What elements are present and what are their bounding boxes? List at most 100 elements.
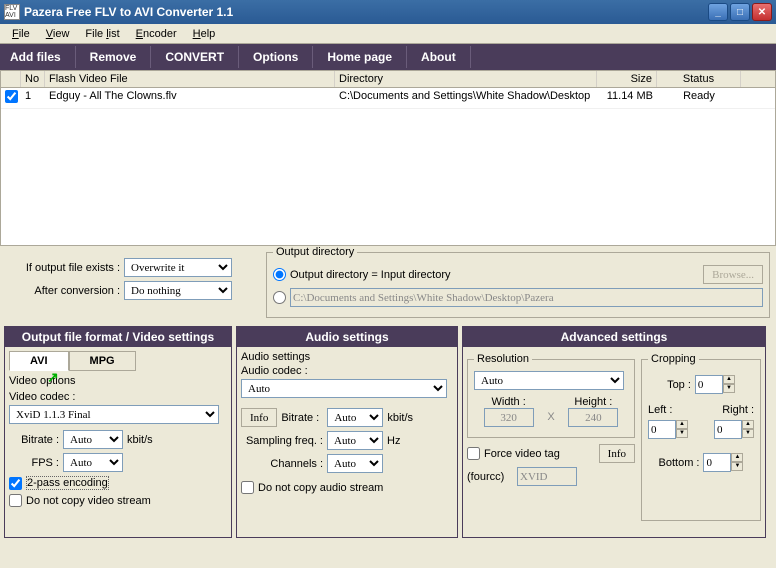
outdir-path-input[interactable] (290, 288, 763, 307)
video-bitrate-unit: kbit/s (127, 434, 153, 446)
audio-ch-select[interactable]: Auto (327, 454, 383, 473)
forcetag-label: Force video tag (484, 448, 560, 460)
arrow-icon: ↗ (47, 369, 59, 386)
crop-left-input[interactable] (648, 420, 676, 439)
crop-left-label: Left : (648, 404, 672, 416)
crop-right-input[interactable] (714, 420, 742, 439)
tab-mpg[interactable]: MPG (69, 351, 136, 371)
col-file[interactable]: Flash Video File (45, 71, 335, 87)
resolution-select[interactable]: Auto (474, 371, 624, 390)
homepage-button[interactable]: Home page (313, 46, 407, 68)
output-dir-title: Output directory (273, 246, 357, 258)
menu-help[interactable]: Help (185, 26, 224, 42)
audio-bitrate-unit: kbit/s (387, 412, 413, 424)
cropping-label: Cropping (648, 353, 699, 365)
audio-panel: Audio settings Audio settings Audio code… (236, 326, 458, 538)
nocopy-audio-checkbox[interactable] (241, 481, 254, 494)
crop-bottom-input[interactable] (703, 453, 731, 472)
about-button[interactable]: About (407, 46, 471, 68)
advanced-panel: Advanced settings Resolution Auto Width … (462, 326, 766, 538)
audio-samp-select[interactable]: Auto (327, 431, 383, 450)
outdir-custom-radio[interactable] (273, 291, 286, 304)
audio-codec-label: Audio codec : (241, 365, 453, 377)
convert-button[interactable]: CONVERT (151, 46, 239, 68)
audio-info-button[interactable]: Info (241, 408, 277, 427)
video-options-label: Video options (9, 375, 227, 387)
minimize-button[interactable]: _ (708, 3, 728, 21)
after-conv-label: After conversion : (8, 285, 124, 297)
toolbar: Add files Remove CONVERT Options Home pa… (0, 44, 776, 70)
outdir-same-radio[interactable] (273, 268, 286, 281)
spin-down-icon[interactable]: ▼ (742, 429, 754, 438)
video-panel-title: Output file format / Video settings (5, 327, 231, 347)
col-dir[interactable]: Directory (335, 71, 597, 87)
remove-button[interactable]: Remove (76, 46, 152, 68)
file-list: No Flash Video File Directory Size Statu… (0, 70, 776, 246)
spin-down-icon[interactable]: ▼ (731, 462, 743, 471)
width-input[interactable] (484, 408, 534, 427)
height-input[interactable] (568, 408, 618, 427)
file-list-header: No Flash Video File Directory Size Statu… (1, 71, 775, 88)
audio-panel-title: Audio settings (237, 327, 457, 347)
after-conv-select[interactable]: Do nothing (124, 281, 232, 300)
if-exists-select[interactable]: Overwrite it (124, 258, 232, 277)
title-bar: FLV AVI Pazera Free FLV to AVI Converter… (0, 0, 776, 24)
audio-bitrate-select[interactable]: Auto (327, 408, 383, 427)
advanced-panel-title: Advanced settings (463, 327, 765, 347)
audio-samp-unit: Hz (387, 435, 400, 447)
forcetag-checkbox[interactable] (467, 447, 480, 460)
row-dir: C:\Documents and Settings\White Shadow\D… (335, 88, 597, 108)
video-codec-select[interactable]: XviD 1.1.3 Final (9, 405, 219, 424)
audio-codec-select[interactable]: Auto (241, 379, 447, 398)
browse-button[interactable]: Browse... (703, 265, 763, 284)
fourcc-label: (fourcc) (467, 471, 517, 483)
crop-right-label: Right : (722, 404, 754, 416)
adv-info-button[interactable]: Info (599, 444, 635, 463)
video-bitrate-label: Bitrate : (9, 434, 63, 446)
col-size[interactable]: Size (597, 71, 657, 87)
crop-top-input[interactable] (695, 375, 723, 394)
row-status: Ready (657, 88, 741, 108)
col-status[interactable]: Status (657, 71, 741, 87)
table-row[interactable]: 1 Edguy - All The Clowns.flv C:\Document… (1, 88, 775, 109)
outdir-same-label: Output directory = Input directory (290, 269, 451, 281)
width-label: Width : (474, 396, 543, 408)
nocopy-video-label: Do not copy video stream (26, 495, 151, 507)
height-label: Height : (559, 396, 628, 408)
window-title: Pazera Free FLV to AVI Converter 1.1 (24, 5, 708, 19)
add-files-button[interactable]: Add files (2, 46, 76, 68)
video-fps-label: FPS : (9, 457, 63, 469)
tab-avi[interactable]: AVI (9, 351, 69, 371)
nocopy-audio-label: Do not copy audio stream (258, 482, 383, 494)
menu-bar: File View File list Encoder Help (0, 24, 776, 44)
menu-encoder[interactable]: Encoder (128, 26, 185, 42)
audio-settings-label: Audio settings (241, 351, 453, 363)
menu-filelist[interactable]: File list (77, 26, 127, 42)
video-fps-select[interactable]: Auto (63, 453, 123, 472)
spin-up-icon[interactable]: ▲ (723, 375, 735, 384)
video-codec-label: Video codec : (9, 391, 227, 403)
crop-top-label: Top : (667, 379, 691, 391)
row-checkbox[interactable] (5, 90, 18, 103)
menu-file[interactable]: File (4, 26, 38, 42)
fourcc-input[interactable] (517, 467, 577, 486)
video-bitrate-select[interactable]: Auto (63, 430, 123, 449)
spin-up-icon[interactable]: ▲ (742, 420, 754, 429)
col-no[interactable]: No (21, 71, 45, 87)
menu-view[interactable]: View (38, 26, 78, 42)
twopass-checkbox[interactable] (9, 477, 22, 490)
video-panel: Output file format / Video settings AVI … (4, 326, 232, 538)
audio-bitrate-label: Bitrate : (281, 412, 327, 424)
output-dir-group: Output directory Output directory = Inpu… (266, 252, 770, 318)
spin-down-icon[interactable]: ▼ (676, 429, 688, 438)
spin-up-icon[interactable]: ▲ (676, 420, 688, 429)
maximize-button[interactable]: □ (730, 3, 750, 21)
spin-down-icon[interactable]: ▼ (723, 384, 735, 393)
row-size: 11.14 MB (597, 88, 657, 108)
close-button[interactable]: ✕ (752, 3, 772, 21)
row-file: Edguy - All The Clowns.flv (45, 88, 335, 108)
twopass-label: 2-pass encoding (26, 476, 109, 490)
nocopy-video-checkbox[interactable] (9, 494, 22, 507)
options-button[interactable]: Options (239, 46, 313, 68)
spin-up-icon[interactable]: ▲ (731, 453, 743, 462)
